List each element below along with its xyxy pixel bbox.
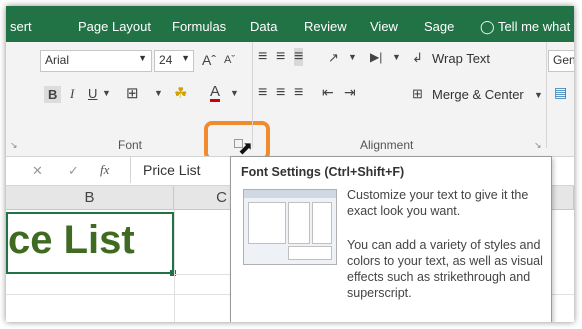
ribbon-body: Arial ▼ 24 ▼ Aˆ Aˇ B I U ▼ ⊞ ▼ ☘ A ▼ Fon… [6, 42, 574, 161]
insert-function-icon[interactable]: fx [100, 162, 109, 178]
font-settings-tooltip: Font Settings (Ctrl+Shift+F) Customize y… [230, 156, 552, 322]
chevron-down-icon[interactable]: ▼ [102, 88, 111, 98]
cancel-icon[interactable]: ✕ [32, 163, 43, 179]
ribbon-tab-bar: sert Page Layout Formulas Data Review Vi… [6, 6, 574, 42]
italic-button[interactable]: I [70, 86, 74, 102]
tooltip-description: Customize your text to give it the exact… [347, 188, 529, 218]
font-size-value: 24 [159, 53, 173, 67]
align-right-icon[interactable]: ≡ [294, 84, 303, 102]
tell-me-search[interactable]: ◯ Tell me what y [480, 19, 574, 35]
tab-formulas[interactable]: Formulas [172, 19, 226, 34]
tooltip-title: Font Settings (Ctrl+Shift+F) [241, 165, 405, 179]
text-direction-icon[interactable]: ▶| [370, 50, 382, 64]
excel-window: sert Page Layout Formulas Data Review Vi… [6, 6, 574, 322]
fill-color-icon[interactable]: ☘ [174, 84, 187, 102]
number-format-combo[interactable]: Gen [548, 50, 574, 72]
chevron-down-icon: ▼ [181, 53, 190, 63]
formula-value: Price List [143, 162, 201, 178]
preview-size-list [312, 202, 332, 244]
lightbulb-icon: ◯ [480, 19, 495, 34]
increase-font-size-icon[interactable]: Aˆ [202, 52, 216, 68]
chevron-down-icon[interactable]: ▼ [154, 88, 163, 98]
font-size-combo[interactable]: 24 ▼ [154, 50, 194, 72]
group-divider [252, 42, 253, 148]
alignment-group-label: Alignment [360, 138, 414, 152]
tab-view[interactable]: View [370, 19, 398, 34]
font-name-value: Arial [45, 53, 70, 67]
align-left-icon[interactable]: ≡ [258, 84, 267, 102]
align-center-icon[interactable]: ≡ [276, 84, 285, 102]
tab-sage[interactable]: Sage [424, 19, 454, 34]
alignment-launcher-icon[interactable]: ↘ [534, 140, 542, 151]
gridline [174, 210, 175, 322]
font-name-combo[interactable]: Arial ▼ [40, 50, 152, 72]
tab-review[interactable]: Review [304, 19, 347, 34]
font-group-label: Font [118, 138, 143, 152]
highlight-box [204, 121, 270, 161]
bold-button[interactable]: B [44, 86, 62, 103]
align-top-icon[interactable]: ≡ [258, 48, 267, 66]
selected-cell[interactable]: ce List [6, 212, 176, 276]
align-middle-icon[interactable]: ≡ [276, 48, 285, 66]
wrap-text-button[interactable]: Wrap Text [432, 51, 490, 66]
font-dialog-preview [243, 189, 337, 265]
preview-sample-box [288, 246, 332, 260]
tab-page-layout[interactable]: Page Layout [78, 19, 151, 34]
decrease-indent-icon[interactable]: ⇤ [322, 84, 334, 101]
wrap-text-icon[interactable]: ↲ [412, 50, 423, 66]
preview-titlebar [244, 190, 336, 198]
preview-font-list [248, 202, 286, 244]
chevron-down-icon[interactable]: ▼ [534, 90, 543, 100]
tab-data[interactable]: Data [250, 19, 277, 34]
accounting-format-icon[interactable]: ▤ [554, 84, 567, 101]
cell-text: ce List [8, 218, 135, 262]
preview-style-list [288, 202, 310, 244]
enter-icon[interactable]: ✓ [68, 163, 79, 179]
merge-center-icon[interactable]: ⊞ [412, 86, 423, 102]
fill-handle[interactable] [170, 270, 176, 276]
group-divider [546, 42, 547, 148]
tooltip-details: You can add a variety of styles and colo… [347, 238, 543, 300]
underline-button[interactable]: U [88, 86, 97, 101]
font-color-icon[interactable]: A [210, 84, 221, 102]
tab-insert[interactable]: sert [10, 19, 32, 34]
borders-icon[interactable]: ⊞ [126, 84, 139, 102]
clipboard-launcher-icon[interactable]: ↘ [10, 140, 18, 151]
align-bottom-icon[interactable]: ≡ [294, 48, 304, 66]
orientation-icon[interactable]: ↗ [328, 50, 339, 66]
chevron-down-icon[interactable]: ▼ [348, 52, 357, 62]
merge-center-button[interactable]: Merge & Center [432, 87, 524, 102]
decrease-font-size-icon[interactable]: Aˇ [224, 54, 235, 66]
chevron-down-icon[interactable]: ▼ [392, 52, 401, 62]
chevron-down-icon: ▼ [138, 53, 147, 63]
tell-me-text: Tell me what y [497, 19, 574, 34]
chevron-down-icon[interactable]: ▼ [230, 88, 239, 98]
column-header-b[interactable]: B [6, 186, 174, 210]
number-format-value: Gen [553, 53, 574, 67]
increase-indent-icon[interactable]: ⇥ [344, 84, 356, 101]
